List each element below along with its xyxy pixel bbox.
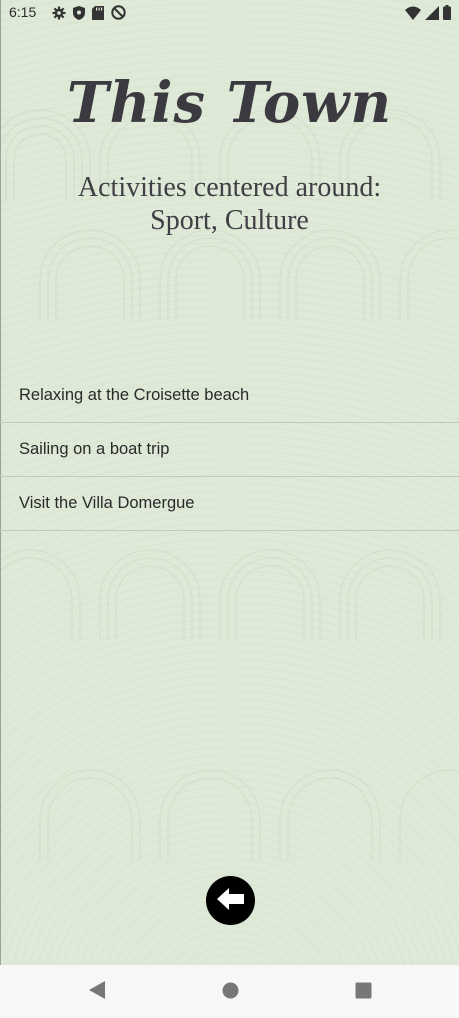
activity-item-croisette-beach[interactable]: Relaxing at the Croisette beach [0, 369, 459, 423]
status-bar: 6:15 [0, 0, 459, 26]
arrow-left-icon [216, 886, 246, 916]
nav-recents-button[interactable] [353, 982, 373, 1002]
activity-label: Visit the Villa Domergue [19, 494, 195, 512]
battery-icon [443, 5, 451, 23]
home-circle-icon [222, 982, 239, 1003]
activity-label: Relaxing at the Croisette beach [19, 386, 250, 404]
activity-label: Sailing on a boat trip [19, 440, 170, 458]
activity-item-villa-domergue[interactable]: Visit the Villa Domergue [0, 477, 459, 531]
status-icons-right [405, 5, 451, 23]
subtitle-line-2: Sport, Culture [150, 205, 309, 236]
shield-icon [73, 5, 85, 23]
subtitle-line-1: Activities centered around: [77, 172, 382, 203]
signal-icon [425, 5, 439, 23]
sd-card-icon [92, 5, 104, 23]
page-subtitle: Activities centered around: Sport, Cultu… [0, 171, 459, 237]
do-not-disturb-icon [111, 5, 126, 23]
activity-list: Relaxing at the Croisette beach Sailing … [0, 369, 459, 531]
nav-home-button[interactable] [220, 982, 240, 1002]
settings-icon [52, 6, 66, 23]
activity-item-boat-trip[interactable]: Sailing on a boat trip [0, 423, 459, 477]
status-icons-left [52, 5, 126, 23]
status-time: 6:15 [9, 4, 37, 20]
back-button[interactable] [206, 876, 255, 925]
page-title: This Town [66, 70, 393, 136]
wifi-icon [405, 6, 421, 23]
back-triangle-icon [89, 981, 105, 1003]
recents-square-icon [355, 982, 372, 1003]
navigation-bar [0, 965, 459, 1018]
nav-back-button[interactable] [87, 981, 107, 1003]
